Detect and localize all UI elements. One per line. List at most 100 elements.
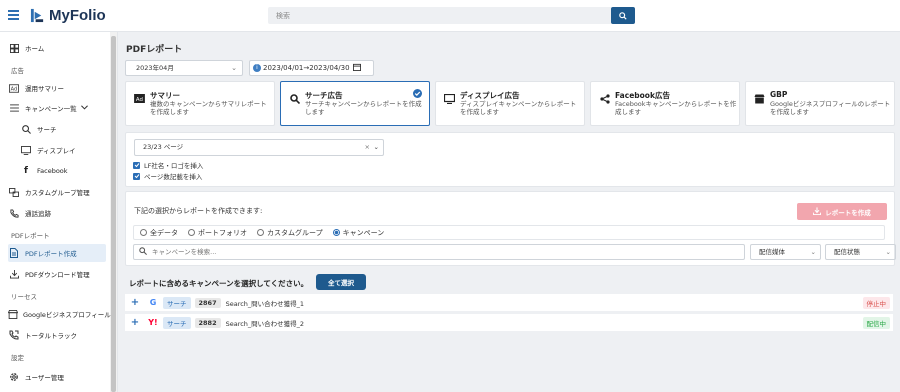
phone-icon (8, 207, 20, 219)
report-type-card-gbp[interactable]: GBP Googleビジネスプロフィールのレポートを作成します (745, 81, 895, 126)
radio-portfolio[interactable]: ポートフォリオ (188, 228, 247, 238)
sidebar-item-campaigns[interactable]: キャンペーン一覧 (8, 99, 106, 117)
group-icon (8, 186, 20, 198)
radio-indicator-selected[interactable] (332, 229, 340, 236)
card-description: Googleビジネスプロフィールのレポートを作成します (770, 100, 891, 116)
radio-label: ポートフォリオ (198, 228, 247, 237)
sidebar-item-display[interactable]: ディスプレイ (20, 141, 106, 159)
status-badge: 配信中 (862, 316, 890, 329)
page-select[interactable]: 23/23 ページ × ⌄ (134, 139, 384, 156)
chevron-updown-icon: ⌄ (810, 248, 816, 256)
search-icon (20, 123, 32, 135)
chevron-updown-icon: ⌄ (231, 64, 237, 72)
filter-label: 配信媒体 (759, 248, 785, 256)
campaign-row[interactable]: + Y! サーチ 2882 Search_問い合わせ獲得_2 配信中 (125, 314, 893, 331)
sidebar-scroll-thumb[interactable] (111, 36, 116, 392)
sidebar-item-custom-group[interactable]: カスタムグループ管理 (8, 183, 106, 201)
download-icon (8, 268, 20, 280)
card-title: GBP (770, 90, 788, 99)
sidebar-item-facebook[interactable]: f Facebook (20, 162, 106, 180)
source-description: 下記の選択からレポートを作成できます: (134, 207, 263, 215)
campaign-search-input[interactable] (152, 248, 742, 256)
month-select[interactable]: 2023年04月 ⌄ (125, 60, 243, 76)
campaign-name: Search_問い合わせ獲得_1 (225, 299, 305, 308)
sidebar-item-summary[interactable]: Ad 運用サマリー (8, 79, 106, 97)
check-circle-icon (413, 89, 422, 98)
page-title: PDFレポート (126, 45, 183, 55)
global-search-input[interactable] (268, 7, 588, 24)
yahoo-icon: Y! (148, 318, 158, 327)
create-report-button[interactable]: レポートを作成 (797, 203, 887, 220)
search-icon (619, 11, 627, 20)
radio-label: 全データ (150, 228, 178, 237)
option-insert-page-numbers[interactable]: ページ数記載を挿入 (133, 171, 202, 181)
checkbox-checked[interactable] (133, 172, 140, 180)
sidebar-section-pdf: PDFレポート (11, 232, 50, 240)
checkbox-checked[interactable] (133, 161, 140, 169)
campaign-row[interactable]: + G サーチ 2867 Search_問い合わせ獲得_1 停止中 (125, 294, 893, 311)
campaign-search[interactable] (133, 244, 745, 260)
logo-icon (30, 8, 44, 23)
google-icon: G (149, 298, 157, 307)
chevron-down-icon (80, 104, 88, 112)
calendar-icon (352, 63, 361, 73)
radio-indicator[interactable] (140, 229, 147, 236)
radio-custom-group[interactable]: カスタムグループ (257, 228, 323, 238)
search-button[interactable] (611, 7, 635, 24)
radio-label: キャンペーン (342, 228, 385, 237)
clear-icon[interactable]: × (365, 140, 370, 155)
chevron-down-icon[interactable]: ⌄ (374, 140, 379, 155)
sidebar-item-label: ディスプレイ (37, 147, 76, 155)
chevron-updown-icon: ⌄ (885, 248, 891, 256)
report-type-card-summary[interactable]: Ad サマリー 複数のキャンペーンからサマリレポートを作成します (125, 81, 275, 126)
sidebar-item-label: カスタムグループ管理 (25, 189, 90, 197)
add-icon[interactable]: + (126, 317, 144, 328)
month-select-value: 2023年04月 (136, 64, 174, 72)
info-icon: i (253, 64, 261, 72)
sidebar-item-call-tracking[interactable]: 通話追跡 (8, 204, 106, 222)
sidebar-item-total-track[interactable]: トータルトラック (8, 326, 106, 344)
sidebar-item-search[interactable]: サーチ (20, 120, 106, 138)
sidebar-item-user-management[interactable]: ユーザー管理 (8, 368, 106, 386)
filter-media[interactable]: 配信媒体 ⌄ (750, 244, 821, 260)
monitor-icon (20, 144, 32, 156)
radio-all-data[interactable]: 全データ (140, 228, 178, 238)
sidebar-item-label: ユーザー管理 (25, 374, 64, 382)
report-source-panel: 下記の選択からレポートを作成できます: レポートを作成 全データ ポートフォリオ… (125, 191, 896, 266)
filter-status[interactable]: 配信状態 ⌄ (825, 244, 896, 260)
top-header: MyFolio (0, 0, 900, 32)
add-icon[interactable]: + (126, 297, 144, 308)
sidebar-item-gbp[interactable]: Googleビジネスプロフィール (8, 305, 111, 323)
sidebar-item-label: 運用サマリー (25, 85, 64, 93)
radio-indicator[interactable] (257, 229, 264, 236)
campaign-id: 2882 (194, 317, 221, 328)
select-all-button[interactable]: 全て選択 (316, 274, 366, 290)
gear-icon (8, 371, 20, 383)
report-type-card-search[interactable]: サーチ広告 サーチキャンペーンからレポートを作成します (280, 81, 430, 126)
report-type-card-facebook[interactable]: Facebook広告 Facebookキャンペーンからレポートを作成します (590, 81, 740, 126)
campaign-id: 2867 (194, 297, 221, 308)
store-icon (754, 93, 765, 104)
radio-campaign[interactable]: キャンペーン (332, 228, 385, 238)
sidebar-section-resources: リーセス (11, 293, 37, 301)
global-search[interactable] (268, 7, 612, 24)
sidebar-item-pdf-report[interactable]: PDFレポート作成 (8, 244, 106, 262)
date-range-picker[interactable]: i 2023/04/01→2023/04/30 (249, 60, 374, 76)
radio-indicator[interactable] (188, 229, 195, 236)
sidebar-item-label: ホーム (25, 45, 45, 53)
share-icon (599, 93, 610, 104)
report-type-card-display[interactable]: ディスプレイ広告 ディスプレイキャンペーンからレポートを作成します (435, 81, 585, 126)
campaign-name: Search_問い合わせ獲得_2 (225, 319, 305, 328)
pdf-options-panel: 23/23 ページ × ⌄ LF社名・ロゴを挿入 ページ数記載を挿入 (125, 132, 895, 187)
date-range-value: 2023/04/01→2023/04/30 (263, 64, 350, 72)
campaign-list-title: レポートに含めるキャンペーンを選択してください。 (129, 279, 309, 288)
sidebar-item-pdf-download[interactable]: PDFダウンロード管理 (8, 265, 106, 283)
page-select-value: 23/23 ページ (143, 143, 184, 151)
hamburger-menu-icon[interactable] (8, 10, 19, 20)
sidebar-item-home[interactable]: ホーム (8, 39, 106, 57)
option-insert-logo[interactable]: LF社名・ロゴを挿入 (133, 160, 203, 170)
status-badge: 停止中 (862, 296, 890, 309)
sidebar-item-label: Facebook (37, 167, 68, 175)
facebook-icon: f (24, 166, 28, 176)
phone-track-icon (8, 329, 20, 341)
